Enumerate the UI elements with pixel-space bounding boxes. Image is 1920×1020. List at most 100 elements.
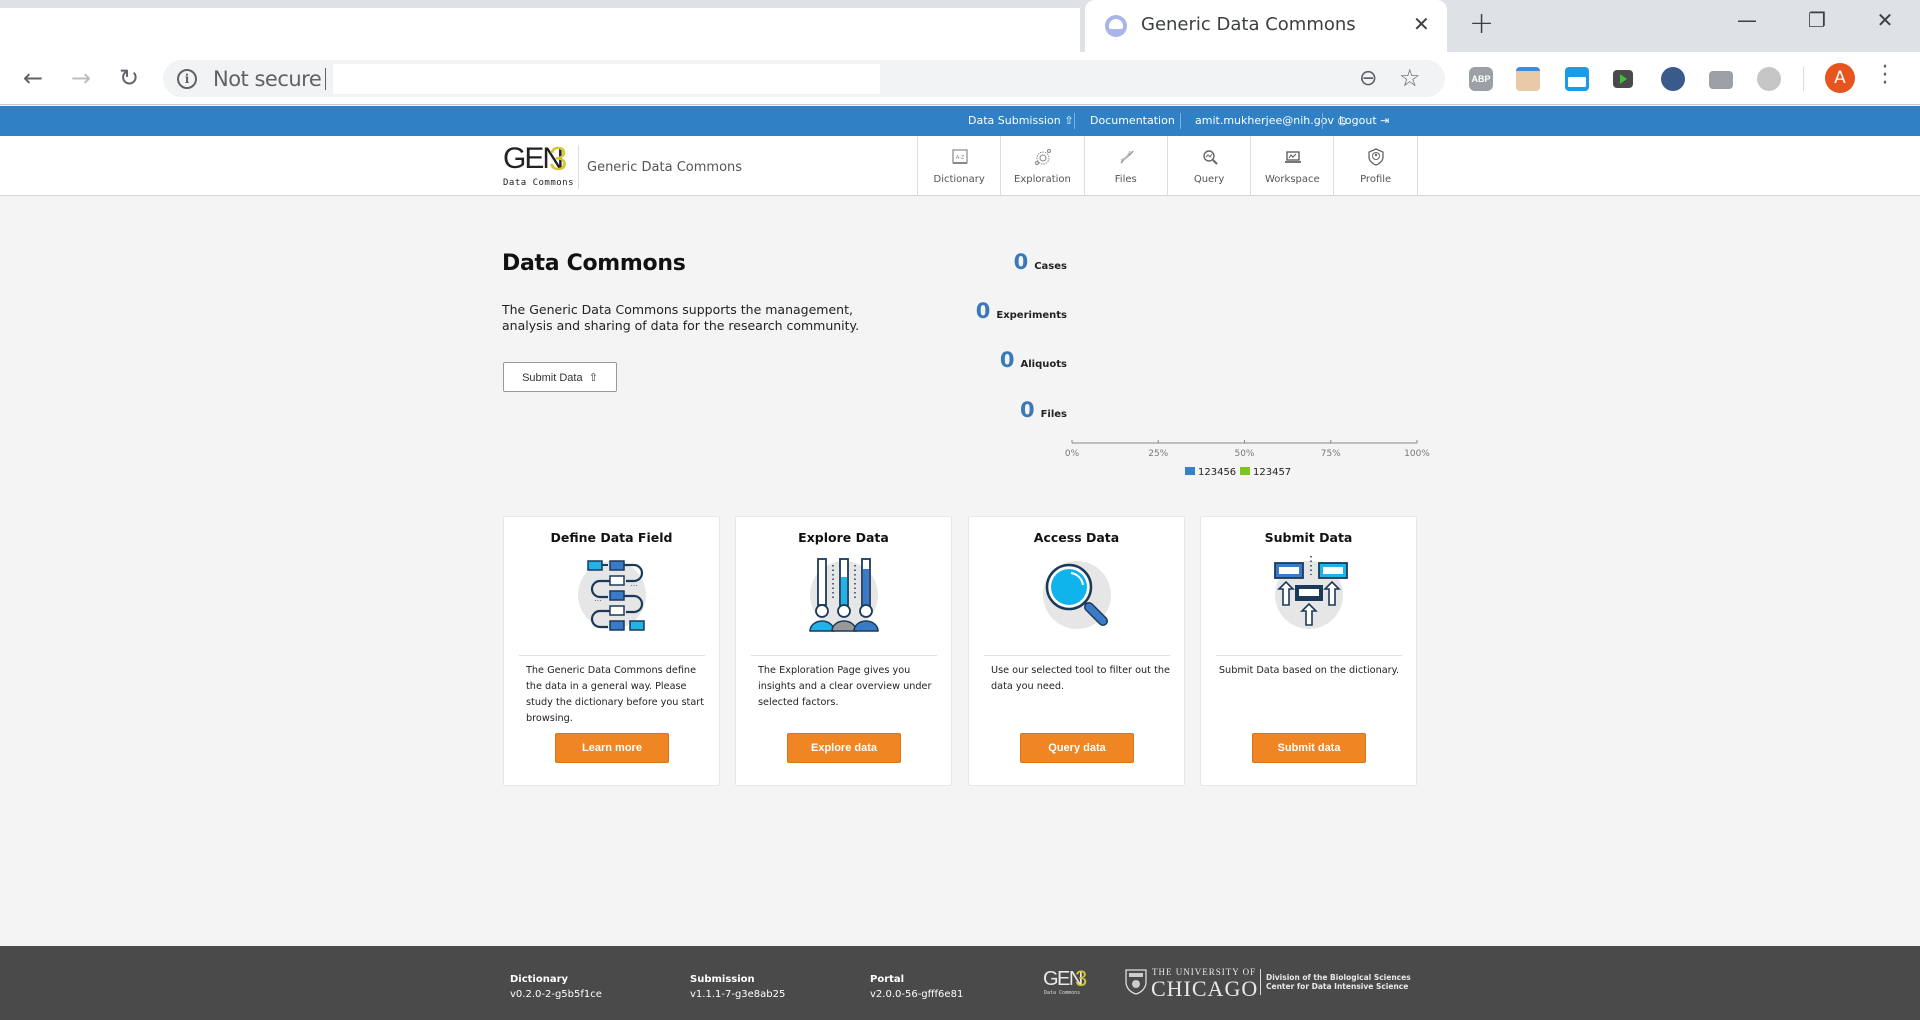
camera-extension-icon[interactable]: [1709, 71, 1733, 89]
query-icon: [1201, 148, 1219, 166]
favicon-icon: [1105, 15, 1127, 37]
nav-item-profile[interactable]: Profile: [1334, 136, 1418, 196]
stat-value: 0: [999, 348, 1015, 372]
footer-version-submission: Submission v1.1.1-7-g3e8ab25: [690, 974, 785, 1000]
exploration-icon: [1034, 148, 1052, 166]
card-divider: [984, 655, 1170, 656]
footer-version-dictionary: Dictionary v0.2.0-2-g5b5f1ce: [510, 974, 602, 1000]
logo-subtitle: Data Commons: [1044, 990, 1081, 996]
divider: [1180, 113, 1181, 129]
footer-gen3-logo[interactable]: GEN 3 Data Commons: [1043, 966, 1093, 996]
address-bar[interactable]: i Not secure ⊖ ☆: [163, 60, 1445, 97]
data-submission-link[interactable]: Data Submission ⇧: [968, 114, 1073, 127]
reload-button[interactable]: ↻: [113, 62, 145, 94]
intro-description: The Generic Data Commons supports the ma…: [502, 302, 860, 333]
stat-value: 0: [1013, 250, 1029, 274]
footer-label: Dictionary: [510, 974, 569, 985]
chart-legend: 123456 123457: [1185, 467, 1291, 478]
card-title: Access Data: [1033, 530, 1120, 545]
browser-tab-active[interactable]: Generic Data Commons ✕: [1085, 0, 1447, 52]
nav-item-exploration[interactable]: Exploration: [1001, 136, 1085, 196]
card-description: Use our selected tool to filter out the …: [991, 665, 1170, 692]
clipboard-extension-icon[interactable]: [1516, 67, 1540, 91]
card-description: The Generic Data Commons define the data…: [526, 665, 705, 724]
stat-value: 0: [1019, 398, 1035, 422]
toolbar-separator: [1803, 67, 1804, 91]
legend-label: 123456: [1198, 467, 1236, 478]
stat-cases: 0 Cases: [1014, 250, 1067, 274]
nav-item-workspace[interactable]: Workspace: [1251, 136, 1335, 196]
card-define-data-field: Define Data Field ··· ··· The Generic Da…: [503, 516, 720, 786]
stat-experiments: 0 Experiments: [976, 299, 1067, 323]
card-description: The Exploration Page gives you insights …: [758, 665, 932, 708]
submit-data-card-button[interactable]: Submit data: [1252, 733, 1366, 763]
circle-extension-icon[interactable]: [1757, 67, 1781, 91]
nav-item-files[interactable]: Files: [1085, 136, 1168, 196]
query-data-button[interactable]: Query data: [1020, 733, 1134, 763]
x-tick-label: 50%: [1234, 449, 1254, 459]
stat-label: Experiments: [996, 310, 1067, 321]
nav-item-query[interactable]: Query: [1168, 136, 1252, 196]
footer-value: v2.0.0-56-gfff6e81: [870, 989, 964, 1000]
divider: [1074, 113, 1075, 129]
uchicago-logo[interactable]: THE UNIVERSITY OF CHICAGO Division of th…: [1125, 967, 1420, 1001]
dictionary-icon: A-Z: [951, 148, 969, 166]
blank-area: [0, 8, 1080, 52]
svg-text:A-Z: A-Z: [956, 155, 965, 161]
nav-item-dictionary[interactable]: A-Z Dictionary: [918, 136, 1002, 196]
logo-number: 3: [1075, 966, 1088, 991]
nav-label: Exploration: [1014, 174, 1071, 185]
url-input[interactable]: [333, 64, 880, 94]
address-separator: [325, 68, 326, 90]
cast-extension-icon[interactable]: [1613, 70, 1633, 88]
card-title: Explore Data: [798, 530, 889, 545]
main-nav: A-Z Dictionary Exploration Files Query W…: [917, 136, 1418, 196]
profile-shield-icon: [1367, 148, 1385, 166]
window-close-button[interactable]: ✕: [1865, 8, 1905, 38]
info-icon[interactable]: i: [177, 69, 197, 89]
documentation-link[interactable]: Documentation: [1090, 114, 1175, 127]
explore-data-button[interactable]: Explore data: [787, 733, 901, 763]
upload-arrows-icon: [1274, 556, 1348, 629]
workspace-icon: [1284, 148, 1302, 166]
adblock-plus-extension-icon[interactable]: ABP: [1469, 67, 1493, 91]
magnifier-icon: [1043, 561, 1111, 629]
nav-label: Files: [1114, 174, 1137, 185]
browser-toolbar: ← → ↻ i Not secure ⊖ ☆ ABP A · · ·: [0, 52, 1920, 105]
minimize-button[interactable]: —: [1727, 8, 1767, 38]
nav-label: Query: [1193, 174, 1225, 185]
divider: [1260, 969, 1261, 995]
zoom-out-icon[interactable]: ⊖: [1359, 66, 1377, 91]
stat-label: Files: [1040, 409, 1067, 420]
stat-label: Cases: [1034, 261, 1067, 272]
new-tab-button[interactable]: +: [1469, 6, 1494, 41]
star-icon[interactable]: ☆: [1399, 64, 1421, 92]
gen3-logo[interactable]: GEN 3 Data Commons: [503, 140, 575, 190]
security-label[interactable]: Not secure: [213, 67, 322, 91]
logout-link[interactable]: Logout ⇥: [1339, 114, 1389, 127]
top-utility-bar: Data Submission ⇧ Documentation amit.muk…: [0, 106, 1920, 136]
folder-extension-icon[interactable]: [1565, 67, 1589, 91]
footer-label: Submission: [690, 974, 755, 985]
restore-button[interactable]: ❐: [1797, 8, 1837, 38]
submit-data-button[interactable]: Submit Data ⇧: [503, 362, 617, 392]
footer-value: v1.1.1-7-g3e8ab25: [690, 989, 786, 1000]
tab-close-icon[interactable]: ✕: [1413, 12, 1430, 36]
user-email-link[interactable]: amit.mukherjee@nih.gov ◷: [1195, 114, 1347, 127]
menu-icon[interactable]: · · ·: [1880, 57, 1890, 95]
card-access-data: Access Data Use our selected tool to fil…: [968, 516, 1185, 786]
phone-extension-icon[interactable]: [1661, 67, 1685, 91]
forward-button[interactable]: →: [65, 62, 97, 94]
footer-value: v0.2.0-2-g5b5f1ce: [510, 989, 602, 1000]
site-title: Generic Data Commons: [587, 160, 743, 175]
divider: [1322, 113, 1323, 129]
profile-avatar[interactable]: A: [1825, 63, 1855, 93]
learn-more-button[interactable]: Learn more: [555, 733, 669, 763]
uchicago-crest-icon: [1125, 969, 1147, 995]
card-submit-data: Submit Data Submit Data based on the dic…: [1200, 516, 1417, 786]
back-button[interactable]: ←: [17, 62, 49, 94]
logo-divider: [578, 145, 579, 189]
explore-people-icon: [809, 558, 879, 632]
upload-icon: ⇧: [1064, 114, 1074, 127]
card-explore-data: Explore Data The Exploration Page gives …: [735, 516, 952, 786]
